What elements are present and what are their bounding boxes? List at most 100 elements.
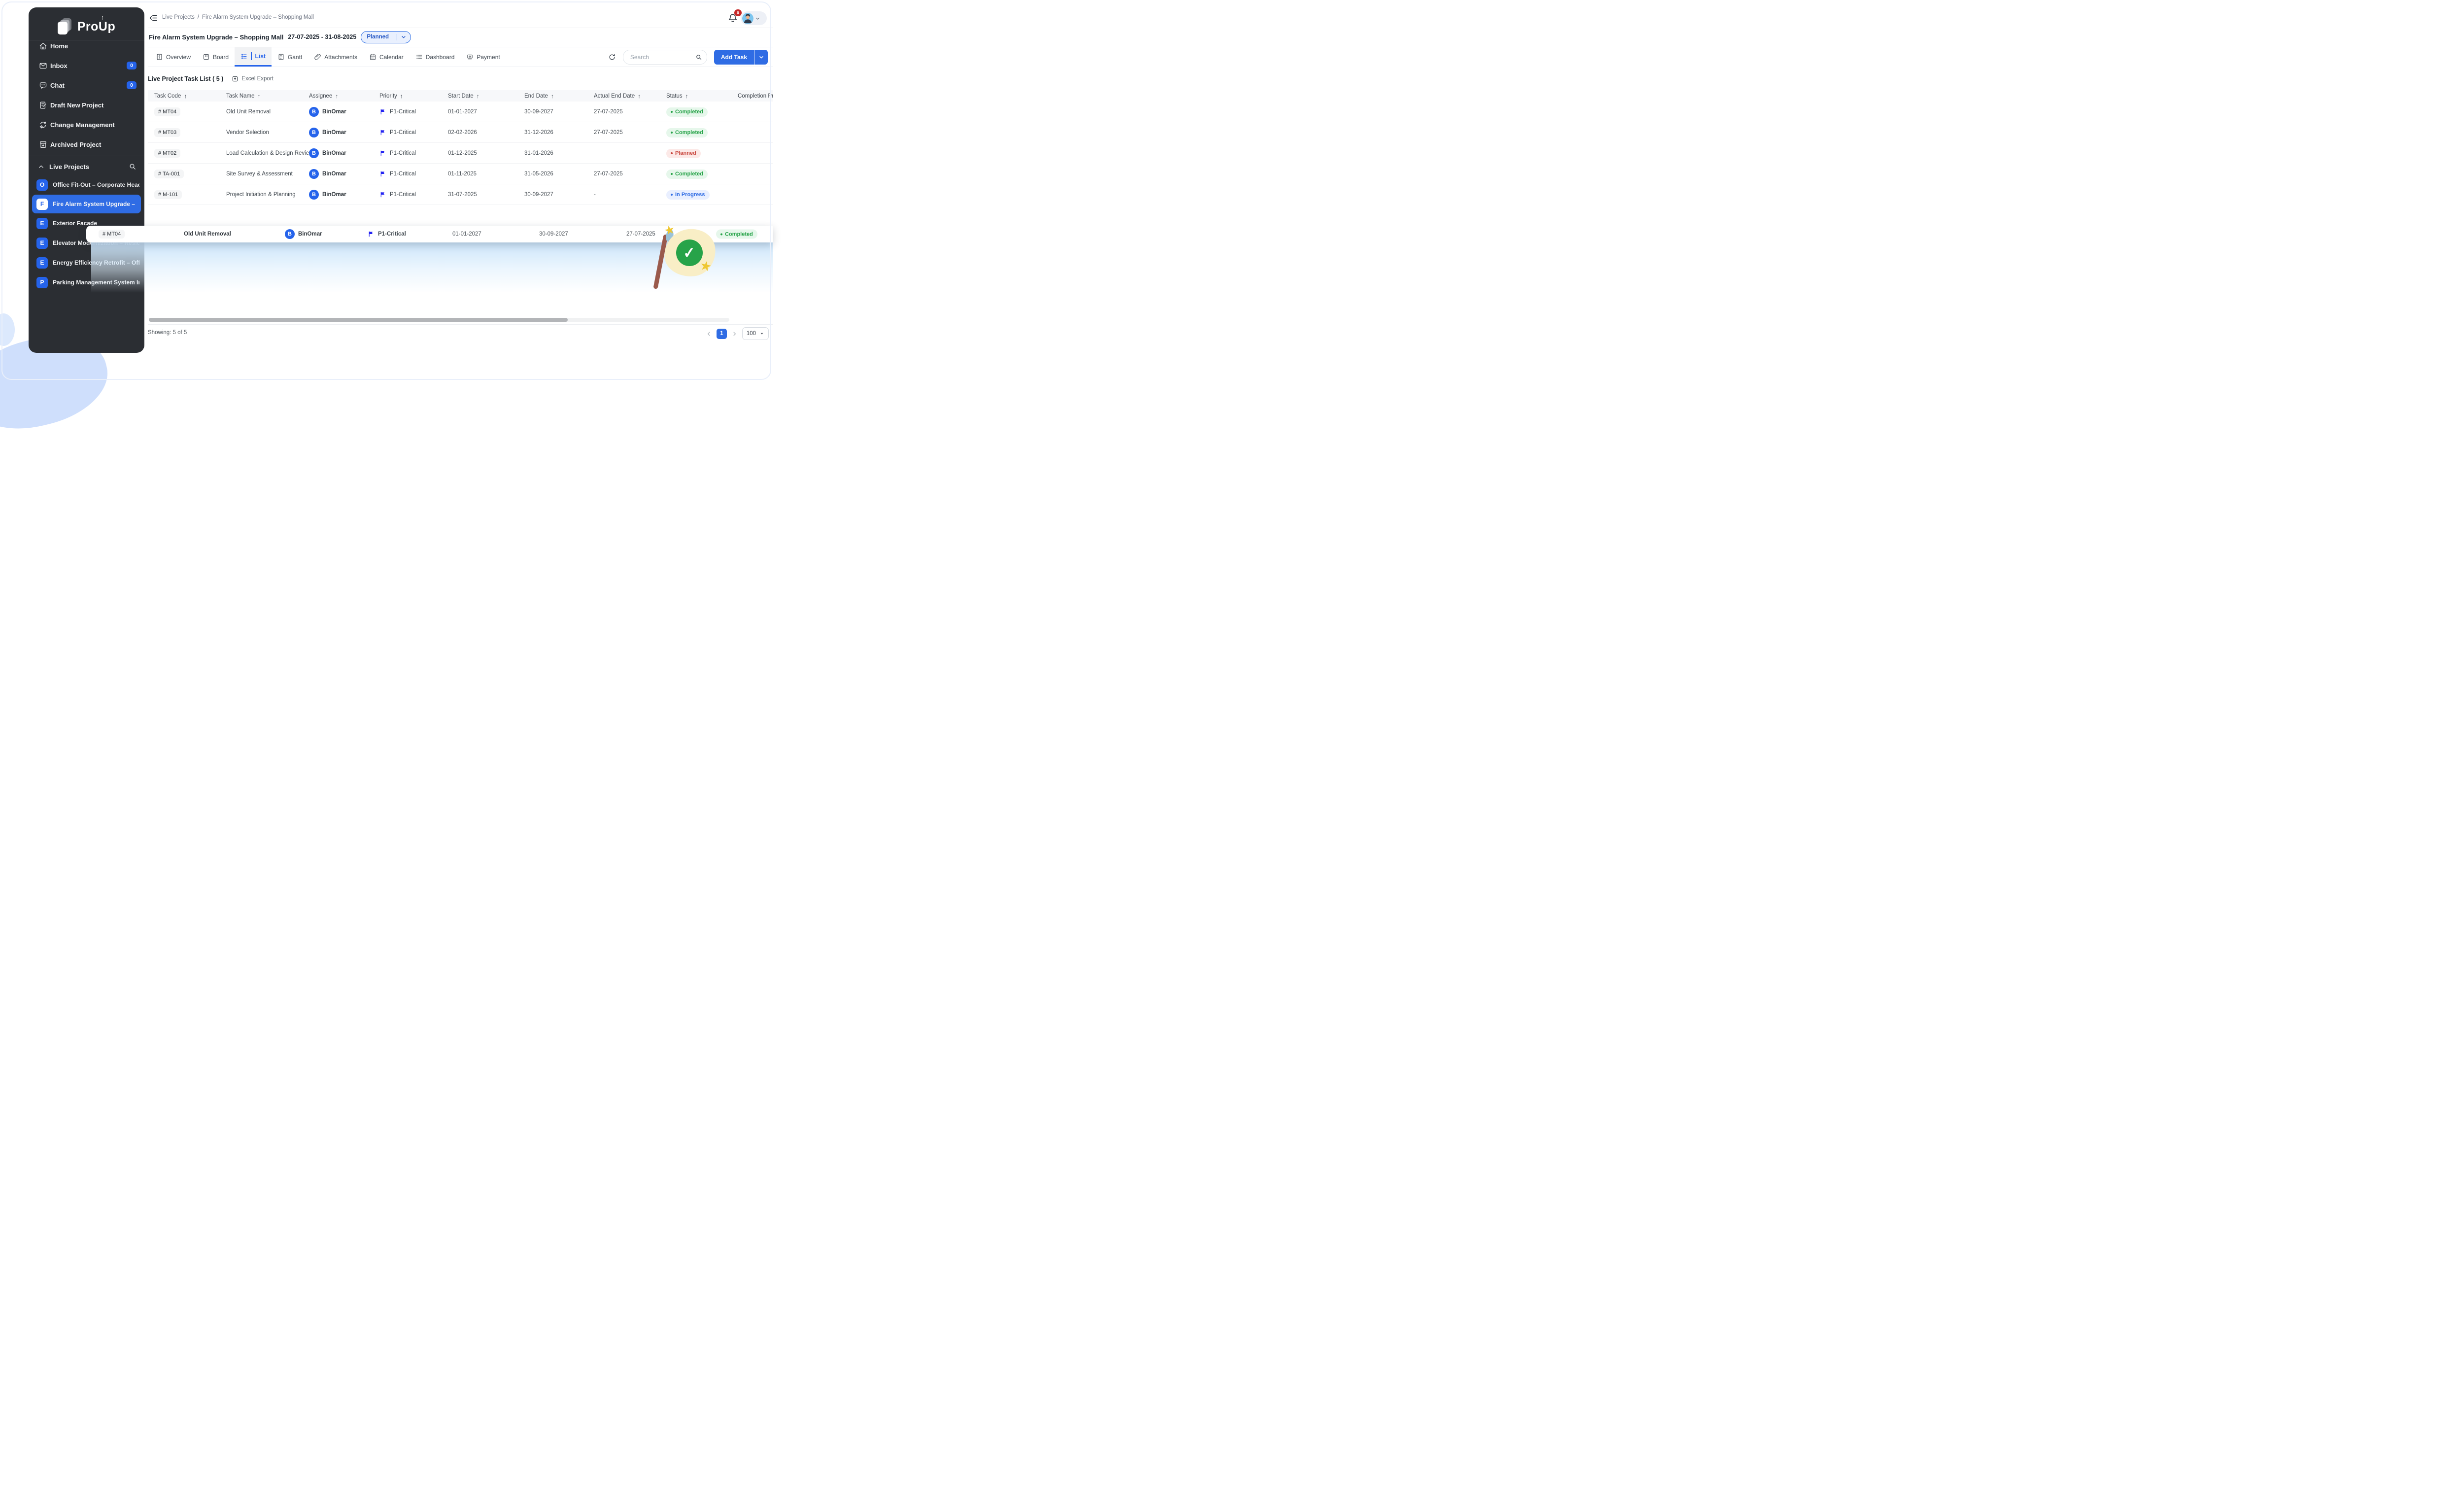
tab-payment[interactable]: Payment	[460, 47, 506, 67]
column-label: End Date	[524, 93, 548, 99]
assignee: BBinOmar	[309, 128, 379, 137]
priority: P1-Critical	[368, 231, 406, 238]
tab-calendar[interactable]: Calendar	[363, 47, 410, 67]
column-header-assignee[interactable]: Assignee↑	[309, 93, 379, 100]
page-size-dropdown[interactable]: 100	[742, 327, 769, 340]
sort-arrow-icon[interactable]: ↑	[685, 93, 688, 100]
add-task-dropdown-button[interactable]	[754, 50, 768, 65]
sort-arrow-icon[interactable]: ↑	[638, 93, 641, 100]
task-code-chip: # MT02	[154, 149, 180, 158]
sidebar-item-label: Change Management	[50, 121, 115, 129]
tab-board[interactable]: Board	[197, 47, 235, 67]
table-row[interactable]: # MT02Load Calculation & Design ReviewBB…	[148, 143, 773, 164]
project-initial-chip: E	[36, 238, 48, 249]
page-number[interactable]: 1	[717, 329, 727, 339]
footer: Showing: 5 of 5 1 100	[148, 326, 773, 342]
column-header-status[interactable]: Status↑	[666, 93, 738, 100]
column-label: Task Code	[154, 93, 181, 99]
draft-icon	[39, 101, 47, 109]
app-logo[interactable]: ProU↑p	[29, 15, 144, 38]
tab-gantt[interactable]: Gantt	[272, 47, 308, 67]
list-icon	[240, 53, 248, 60]
sort-arrow-icon[interactable]: ↑	[551, 93, 554, 100]
project-label: Fire Alarm System Upgrade – Sh...	[53, 201, 136, 207]
bell-icon[interactable]: 0	[727, 12, 738, 24]
topbar: Live Projects/Fire Alarm System Upgrade …	[149, 11, 770, 25]
tab-attachments[interactable]: Attachments	[308, 47, 363, 67]
table-body: # MT04Old Unit RemovalBBinOmarP1-Critica…	[148, 102, 773, 205]
column-header-end-date[interactable]: End Date↑	[524, 93, 594, 100]
priority-label: P1-Critical	[390, 192, 416, 198]
actual-end-date: 27-07-2025	[626, 231, 655, 237]
search-input[interactable]	[629, 53, 695, 61]
status-dot	[720, 233, 722, 235]
sidebar-item-chat[interactable]: Chat0	[29, 75, 144, 95]
breadcrumb-live-projects[interactable]: Live Projects	[162, 14, 195, 20]
table-row[interactable]: # MT04Old Unit RemovalBBinOmarP1-Critica…	[148, 102, 773, 122]
sort-arrow-icon[interactable]: ↑	[184, 93, 187, 100]
add-task-button[interactable]: Add Task	[714, 50, 754, 65]
end-date: 31-12-2026	[524, 130, 594, 136]
search-icon[interactable]	[695, 54, 702, 61]
start-date: 01-11-2025	[448, 171, 524, 177]
add-task-split-button: Add Task	[714, 50, 768, 65]
assignee-name: BinOmar	[298, 231, 322, 237]
column-header-task-name[interactable]: Task Name↑	[226, 93, 309, 100]
section-label: Live Projects	[49, 163, 89, 171]
column-header-task-code[interactable]: Task Code↑	[154, 93, 226, 100]
project-initial-chip: E	[36, 257, 48, 269]
column-header-start-date[interactable]: Start Date↑	[448, 93, 524, 100]
task-name: Vendor Selection	[226, 130, 309, 136]
collapse-sidebar-icon[interactable]	[149, 13, 158, 23]
pagination-next-icon[interactable]	[731, 331, 738, 337]
sidebar-item-draft-new-project[interactable]: Draft New Project	[29, 95, 144, 115]
column-header-actual-end-date[interactable]: Actual End Date↑	[594, 93, 666, 100]
excel-export-icon[interactable]	[232, 75, 239, 82]
sort-arrow-icon[interactable]: ↑	[477, 93, 479, 100]
assignee-avatar: B	[285, 229, 295, 239]
sidebar-section-live-projects[interactable]: Live Projects	[29, 158, 144, 175]
notification-badge: 0	[734, 9, 742, 16]
priority: P1-Critical	[379, 129, 448, 136]
task-name: Old Unit Removal	[184, 231, 231, 237]
status-badge: Completed	[716, 230, 757, 239]
priority: P1-Critical	[379, 171, 448, 177]
tab-list[interactable]: List	[235, 47, 272, 67]
overview-icon	[156, 53, 163, 61]
table-row[interactable]: # MT03Vendor SelectionBBinOmarP1-Critica…	[148, 122, 773, 143]
sidebar-project-fire-alarm-system-upgrade-sh[interactable]: FFire Alarm System Upgrade – Sh...	[32, 195, 141, 213]
tab-dashboard[interactable]: Dashboard	[410, 47, 461, 67]
tab-overview[interactable]: Overview	[150, 47, 197, 67]
user-menu[interactable]	[741, 11, 767, 25]
sort-arrow-icon[interactable]: ↑	[400, 93, 403, 100]
search-icon[interactable]	[129, 163, 137, 171]
priority-label: P1-Critical	[378, 231, 406, 237]
scrollbar-thumb[interactable]	[149, 318, 568, 322]
drag-card[interactable]: # MT04 Old Unit Removal B BinOmar P1-Cri…	[86, 226, 773, 242]
sidebar-item-change-management[interactable]: Change Management	[29, 115, 144, 135]
chevron-down-icon	[401, 34, 407, 40]
sidebar-item-inbox[interactable]: Inbox0	[29, 56, 144, 75]
refresh-icon[interactable]	[608, 53, 616, 61]
status-badge: Planned	[666, 149, 701, 158]
sidebar-project-office-fit-out-corporate-head[interactable]: OOffice Fit-Out – Corporate Head...	[29, 175, 144, 195]
table-row[interactable]: # TA-001Site Survey & AssessmentBBinOmar…	[148, 164, 773, 184]
sidebar-item-archived-project[interactable]: Archived Project	[29, 135, 144, 154]
column-label: Completion Progress	[738, 93, 773, 99]
sort-arrow-icon[interactable]: ↑	[258, 93, 261, 100]
sidebar-item-home[interactable]: Home	[29, 36, 144, 56]
sort-arrow-icon[interactable]: ↑	[335, 93, 338, 100]
chevron-down-icon	[755, 16, 760, 21]
end-date: 31-01-2026	[524, 150, 594, 156]
column-header-priority[interactable]: Priority↑	[379, 93, 448, 100]
logo-text: ProU↑p	[77, 20, 116, 34]
table-row[interactable]: # M-101Project Initiation & PlanningBBin…	[148, 184, 773, 205]
project-status-dropdown[interactable]: Planned	[361, 31, 411, 43]
assignee: BBinOmar	[309, 148, 379, 158]
breadcrumb-current[interactable]: Fire Alarm System Upgrade – Shopping Mal…	[202, 14, 314, 20]
calendar-icon	[369, 53, 376, 61]
excel-export-label[interactable]: Excel Export	[241, 76, 274, 82]
column-header-completion-progress[interactable]: Completion Progress	[738, 93, 773, 99]
pagination-prev-icon[interactable]	[706, 331, 712, 337]
status-label: Planned	[675, 150, 696, 156]
